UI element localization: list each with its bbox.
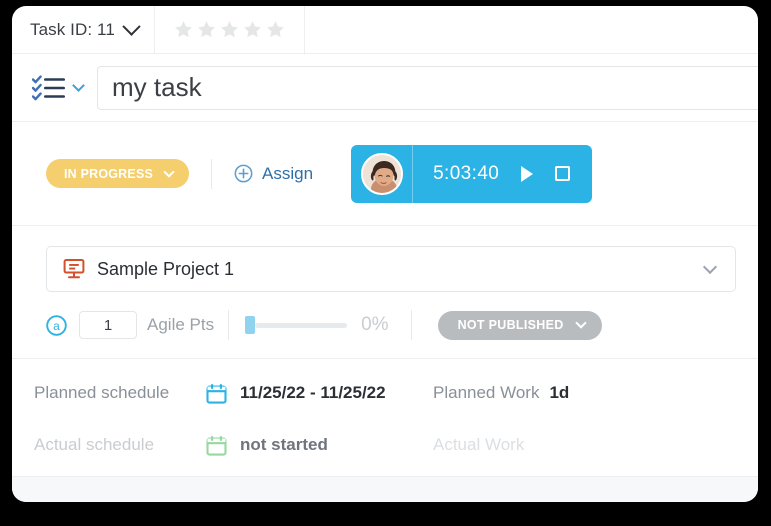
- timer-elapsed: 5:03:40: [433, 162, 500, 184]
- task-timer: 5:03:40: [351, 144, 593, 203]
- agile-points-input[interactable]: [79, 311, 137, 339]
- actual-schedule-value[interactable]: not started: [240, 435, 328, 455]
- assign-label: Assign: [262, 163, 314, 183]
- project-select[interactable]: Sample Project 1: [46, 246, 736, 292]
- card-footer: [12, 476, 758, 502]
- task-meta-row: a Agile Pts 0% NOT PUBLISHED: [12, 292, 758, 359]
- agile-a-icon: a: [46, 314, 67, 336]
- publish-status-label: NOT PUBLISHED: [457, 318, 564, 332]
- stop-icon[interactable]: [555, 166, 571, 181]
- star-icon[interactable]: [173, 19, 194, 40]
- timer-avatar-cell[interactable]: [351, 144, 414, 203]
- star-icon[interactable]: [196, 19, 217, 40]
- calendar-icon[interactable]: [206, 383, 227, 404]
- task-title-row: [12, 54, 758, 122]
- user-avatar-image: [362, 154, 401, 193]
- actual-work-label: Actual Work: [433, 435, 525, 454]
- planned-work-label: Planned Work: [433, 383, 540, 402]
- chevron-down-icon[interactable]: [72, 79, 85, 92]
- star-icon[interactable]: [242, 19, 263, 40]
- progress-slider-track[interactable]: [255, 322, 348, 328]
- star-icon[interactable]: [219, 19, 240, 40]
- checklist-icon[interactable]: [32, 74, 66, 101]
- assign-button[interactable]: Assign: [234, 164, 313, 184]
- chevron-down-icon: [163, 165, 175, 178]
- avatar: [360, 152, 403, 195]
- plus-circle-icon: [234, 164, 253, 183]
- project-board-icon: [63, 259, 85, 279]
- planned-work-value: 1d: [549, 383, 570, 402]
- task-title-input[interactable]: [97, 65, 758, 110]
- planned-schedule-value[interactable]: 11/25/22 - 11/25/22: [240, 383, 386, 403]
- timer-controls: 5:03:40: [413, 163, 592, 185]
- chevron-down-icon: [702, 259, 718, 274]
- actual-schedule-row: Actual schedule not started Actual Work: [12, 419, 758, 471]
- task-id-dropdown[interactable]: Task ID: 11: [12, 6, 155, 53]
- play-icon[interactable]: [521, 165, 534, 182]
- progress-percent: 0%: [361, 314, 389, 335]
- star-icon[interactable]: [265, 19, 286, 40]
- status-label: IN PROGRESS: [64, 166, 154, 181]
- chevron-down-icon: [122, 17, 141, 36]
- svg-text:a: a: [53, 319, 60, 333]
- task-topbar: Task ID: 11: [12, 6, 758, 54]
- planned-schedule-label: Planned schedule: [34, 383, 170, 402]
- actual-work: Actual Work: [433, 435, 758, 455]
- screenshot-root: Task ID: 11 my task IN PROGRESS Assign 5…: [0, 0, 771, 526]
- publish-status-badge[interactable]: NOT PUBLISHED: [437, 310, 602, 340]
- project-name: Sample Project 1: [97, 258, 235, 279]
- progress-slider-handle[interactable]: [245, 316, 256, 334]
- status-badge[interactable]: IN PROGRESS: [46, 159, 190, 188]
- calendar-icon[interactable]: [206, 435, 227, 456]
- task-detail-card: Task ID: 11 my task IN PROGRESS Assign 5…: [12, 6, 758, 502]
- progress-slider[interactable]: [245, 316, 348, 334]
- chevron-down-icon: [574, 317, 587, 329]
- planned-work: Planned Work 1d: [433, 383, 758, 403]
- rating-stars[interactable]: [155, 6, 305, 53]
- actual-schedule-label: Actual schedule: [34, 435, 155, 454]
- divider: [228, 310, 230, 340]
- divider: [211, 158, 213, 189]
- task-status-row: IN PROGRESS Assign 5:03:40: [12, 122, 758, 226]
- project-row: Sample Project 1: [12, 226, 758, 292]
- task-id-label: Task ID: 11: [30, 19, 115, 39]
- planned-schedule-row: Planned schedule 11/25/22 - 11/25/22 Pla…: [12, 367, 758, 419]
- agile-points-label: Agile Pts: [147, 315, 215, 334]
- divider: [410, 310, 412, 340]
